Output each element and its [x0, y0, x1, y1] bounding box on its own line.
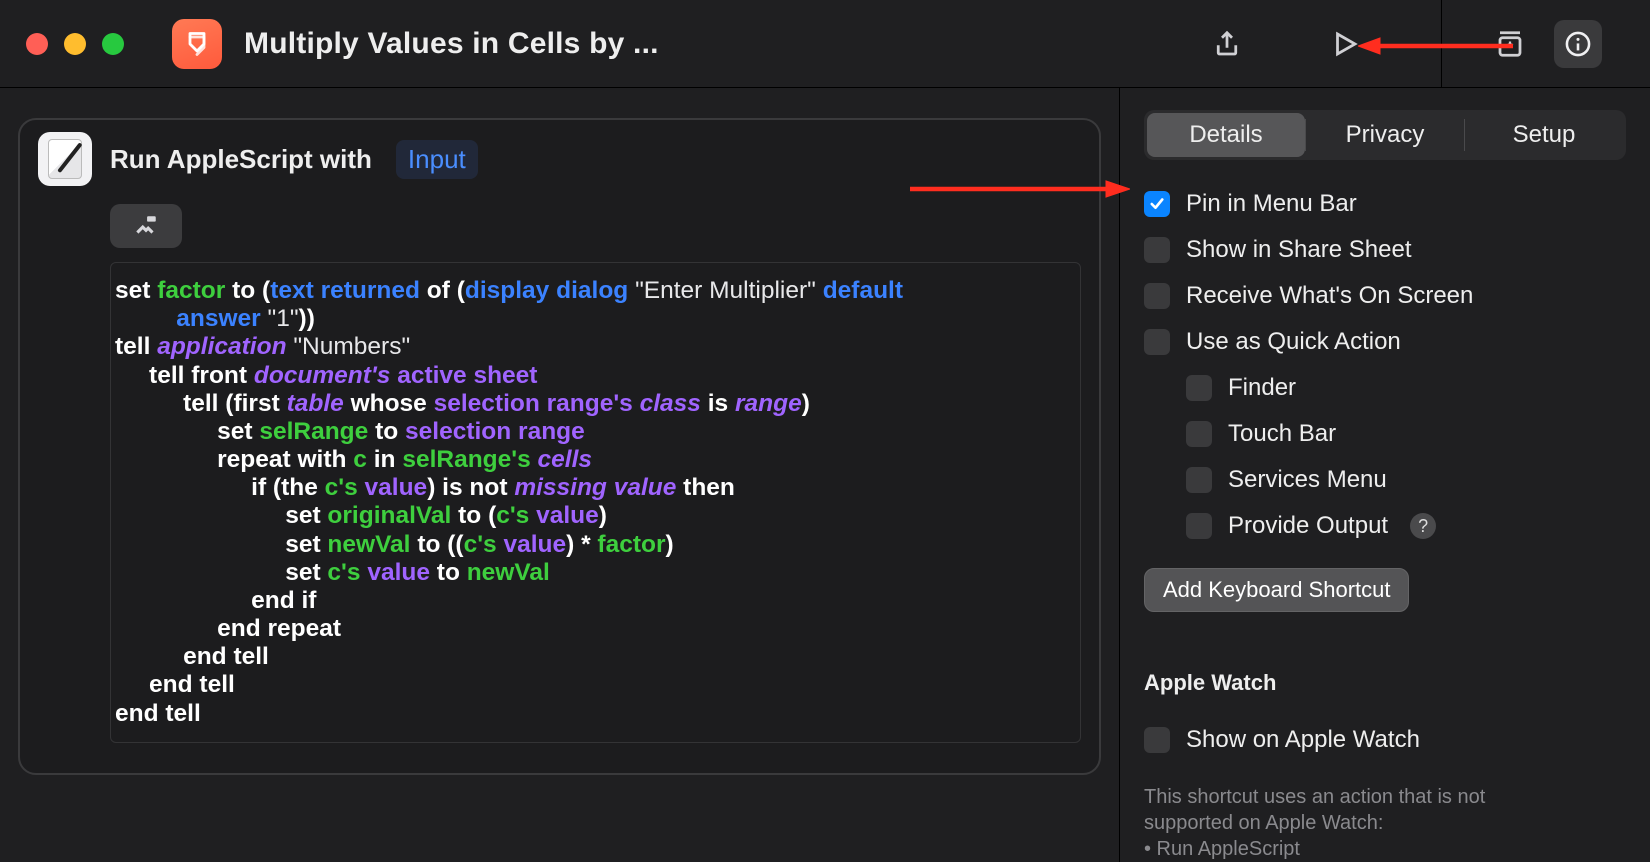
action-run-applescript[interactable]: Run AppleScript with Input set factor to… — [18, 118, 1101, 775]
checkbox-qa-finder[interactable] — [1186, 375, 1212, 401]
add-keyboard-shortcut-button[interactable]: Add Keyboard Shortcut — [1144, 568, 1409, 612]
option-receive-on-screen[interactable]: Receive What's On Screen — [1144, 282, 1626, 310]
label-qa-touchbar: Touch Bar — [1228, 420, 1336, 448]
option-qa-output[interactable]: Provide Output ? — [1186, 512, 1626, 540]
option-show-share-sheet[interactable]: Show in Share Sheet — [1144, 236, 1626, 264]
applescript-icon — [38, 132, 92, 186]
checkbox-quick-action[interactable] — [1144, 329, 1170, 355]
quick-action-sub-options: Finder Touch Bar Services Menu Provide O… — [1144, 374, 1626, 540]
titlebar: Multiply Values in Cells by ... — [0, 0, 1650, 88]
option-qa-touchbar[interactable]: Touch Bar — [1186, 420, 1626, 448]
minimize-window-button[interactable] — [64, 33, 86, 55]
script-content[interactable]: set factor to (text returned of (display… — [115, 277, 1062, 728]
content-area: Run AppleScript with Input set factor to… — [0, 88, 1650, 862]
tab-details[interactable]: Details — [1147, 113, 1305, 157]
checkbox-show-share-sheet[interactable] — [1144, 237, 1170, 263]
checkbox-qa-services[interactable] — [1186, 467, 1212, 493]
label-qa-output: Provide Output — [1228, 512, 1388, 540]
option-pin-menu-bar[interactable]: Pin in Menu Bar — [1144, 190, 1626, 218]
run-button[interactable] — [1323, 22, 1367, 66]
close-window-button[interactable] — [26, 33, 48, 55]
compile-button[interactable] — [110, 204, 182, 248]
checkbox-show-apple-watch[interactable] — [1144, 727, 1170, 753]
label-pin-menu-bar: Pin in Menu Bar — [1186, 190, 1357, 218]
label-show-apple-watch: Show on Apple Watch — [1186, 726, 1420, 754]
library-button[interactable] — [1488, 22, 1532, 66]
label-qa-services: Services Menu — [1228, 466, 1387, 494]
label-show-share-sheet: Show in Share Sheet — [1186, 236, 1411, 264]
workflow-canvas[interactable]: Run AppleScript with Input set factor to… — [0, 88, 1120, 862]
inspector-panel: Details Privacy Setup Pin in Menu Bar Sh… — [1120, 88, 1650, 862]
tab-setup[interactable]: Setup — [1465, 113, 1623, 157]
action-header: Run AppleScript with Input — [20, 120, 1099, 198]
label-receive-on-screen: Receive What's On Screen — [1186, 282, 1473, 310]
toolbar-divider — [1441, 0, 1442, 87]
inspector-tabs[interactable]: Details Privacy Setup — [1144, 110, 1626, 160]
script-editor[interactable]: set factor to (text returned of (display… — [110, 262, 1081, 743]
share-button[interactable] — [1205, 22, 1249, 66]
input-token[interactable]: Input — [396, 140, 478, 179]
label-quick-action: Use as Quick Action — [1186, 328, 1401, 356]
zoom-window-button[interactable] — [102, 33, 124, 55]
checkbox-pin-menu-bar[interactable] — [1144, 191, 1170, 217]
shortcut-app-icon — [172, 19, 222, 69]
section-apple-watch: Apple Watch — [1144, 670, 1626, 696]
label-qa-finder: Finder — [1228, 374, 1296, 402]
details-options: Pin in Menu Bar Show in Share Sheet Rece… — [1144, 190, 1626, 862]
action-title: Run AppleScript with — [110, 144, 372, 175]
apple-watch-note: This shortcut uses an action that is not… — [1144, 784, 1626, 862]
option-qa-services[interactable]: Services Menu — [1186, 466, 1626, 494]
info-button[interactable] — [1554, 20, 1602, 68]
option-show-apple-watch[interactable]: Show on Apple Watch — [1144, 726, 1626, 754]
tab-privacy[interactable]: Privacy — [1306, 113, 1464, 157]
window-title: Multiply Values in Cells by ... — [244, 27, 659, 61]
option-qa-finder[interactable]: Finder — [1186, 374, 1626, 402]
window-controls — [26, 33, 124, 55]
help-icon[interactable]: ? — [1410, 513, 1436, 539]
checkbox-qa-touchbar[interactable] — [1186, 421, 1212, 447]
option-quick-action[interactable]: Use as Quick Action — [1144, 328, 1626, 356]
checkbox-qa-output[interactable] — [1186, 513, 1212, 539]
checkbox-receive-on-screen[interactable] — [1144, 283, 1170, 309]
